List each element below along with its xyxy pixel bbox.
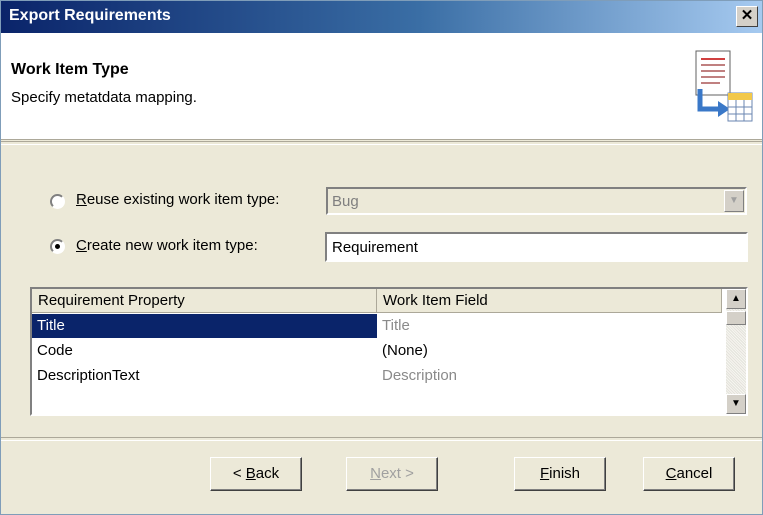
work-item-type-combo[interactable]: Bug ▼ [326, 187, 747, 215]
property-cell[interactable]: DescriptionText [32, 364, 377, 388]
window-title: Export Requirements [9, 7, 171, 24]
header-divider [1, 141, 762, 145]
property-cell[interactable]: Title [32, 314, 377, 338]
field-cell[interactable]: Description [377, 364, 722, 388]
scroll-up-icon[interactable]: ▲ [726, 289, 746, 309]
wizard-header: Work Item Type Specify metatdata mapping… [1, 33, 762, 140]
export-requirements-dialog: Export Requirements ✕ Work Item Type Spe… [0, 0, 763, 515]
back-button[interactable]: < Back [210, 457, 302, 491]
document-to-table-icon [695, 50, 753, 122]
new-type-value: Requirement [332, 239, 418, 256]
table-row[interactable]: DescriptionText Description [32, 364, 722, 388]
table-row[interactable]: Title Title [32, 314, 722, 338]
column-header-property[interactable]: Requirement Property [32, 289, 377, 313]
mapping-grid[interactable]: Requirement Property Work Item Field Tit… [30, 287, 748, 416]
vertical-scrollbar[interactable]: ▲ ▼ [726, 289, 746, 414]
reuse-label[interactable]: Reuse existing work item type: [76, 191, 279, 208]
new-type-input[interactable]: Requirement [325, 232, 748, 262]
combo-value: Bug [332, 193, 359, 210]
scroll-thumb[interactable] [726, 311, 746, 325]
title-bar[interactable]: Export Requirements ✕ [1, 1, 762, 33]
footer-divider [1, 437, 762, 441]
next-button[interactable]: Next > [346, 457, 438, 491]
close-button[interactable]: ✕ [736, 6, 758, 27]
page-subtitle: Specify metatdata mapping. [11, 89, 197, 106]
table-row[interactable]: Code (None) [32, 339, 722, 363]
finish-button[interactable]: Finish [514, 457, 606, 491]
create-label[interactable]: Create new work item type: [76, 237, 258, 254]
property-cell[interactable]: Code [32, 339, 377, 363]
column-header-field[interactable]: Work Item Field [377, 289, 722, 313]
create-radio[interactable] [50, 239, 65, 254]
scroll-down-icon[interactable]: ▼ [726, 394, 746, 414]
reuse-radio[interactable] [50, 194, 65, 209]
field-cell[interactable]: Title [377, 314, 722, 338]
chevron-down-icon[interactable]: ▼ [724, 190, 744, 212]
page-title: Work Item Type [11, 61, 129, 78]
field-cell[interactable]: (None) [377, 339, 722, 363]
cancel-button[interactable]: Cancel [643, 457, 735, 491]
close-icon: ✕ [740, 7, 754, 24]
